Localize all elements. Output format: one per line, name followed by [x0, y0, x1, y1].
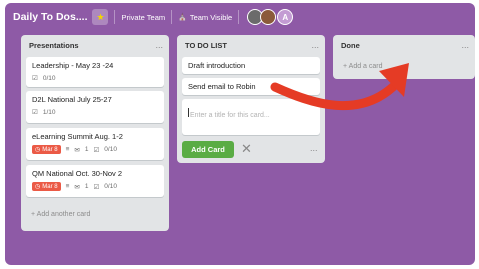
new-card-input[interactable]: Enter a title for this card...: [182, 99, 320, 135]
board: Daily To Dos.... ★ Private Team ⛪ Team V…: [5, 3, 475, 265]
card-badges: ◷ Mar 8 ≡ ✉ 1 ☑ 0/10: [32, 145, 158, 154]
list-title[interactable]: Done: [341, 41, 360, 50]
card-badges: ☑ 0/10: [32, 74, 158, 83]
list-item[interactable]: Send email to Robin: [182, 78, 320, 95]
list-item[interactable]: eLearning Summit Aug. 1-2 ◷ Mar 8 ≡ ✉ 1 …: [26, 128, 164, 160]
lock-icon: ⛪: [178, 14, 187, 21]
more-options-icon[interactable]: ...: [310, 143, 318, 153]
list-header: Presentations ...: [21, 35, 169, 55]
list-item[interactable]: Leadership - May 23 -24 ☑ 0/10: [26, 57, 164, 87]
checklist-icon: ☑: [32, 109, 38, 116]
close-icon[interactable]: ✕: [241, 141, 252, 157]
checklist-count: 0/10: [104, 146, 117, 153]
avatar[interactable]: [260, 9, 277, 25]
description-icon: ≡: [65, 146, 70, 153]
comment-count: 1: [84, 146, 89, 153]
list-header: TO DO LIST ...: [177, 35, 325, 55]
list-done: Done ... + Add a card: [333, 35, 475, 79]
visibility-label: Team Visible: [189, 12, 233, 22]
list-item[interactable]: QM National Oct. 30-Nov 2 ◷ Mar 8 ≡ ✉ 1 …: [26, 165, 164, 197]
list-menu-icon[interactable]: ...: [461, 40, 469, 50]
clock-icon: ◷: [35, 184, 41, 190]
card-title: D2L National July 25-27: [32, 95, 112, 104]
star-icon[interactable]: ★: [92, 9, 109, 25]
card-title: Leadership - May 23 -24: [32, 61, 114, 70]
avatar[interactable]: A: [277, 9, 294, 25]
comment-count: 1: [84, 183, 89, 190]
team-label: Private Team: [121, 12, 166, 22]
team-button[interactable]: Private Team: [121, 13, 165, 22]
card-badges: ☑ 1/10: [32, 108, 158, 117]
list-presentations: Presentations ... Leadership - May 23 -2…: [21, 35, 169, 231]
list-menu-icon[interactable]: ...: [311, 40, 319, 50]
checklist-icon: ☑: [32, 75, 38, 82]
clock-icon: ◷: [35, 147, 41, 153]
list-title[interactable]: Presentations: [29, 41, 79, 50]
board-title[interactable]: Daily To Dos....: [13, 11, 87, 23]
due-date: Mar 8: [42, 146, 58, 153]
list-item[interactable]: Draft introduction: [182, 57, 320, 74]
list-header: Done ...: [333, 35, 475, 55]
visibility-button[interactable]: ⛪ Team Visible: [178, 13, 232, 22]
checklist-icon: ☑: [93, 183, 100, 191]
card-badges: ◷ Mar 8 ≡ ✉ 1 ☑ 0/10: [32, 182, 158, 191]
list-todo: TO DO LIST ... Draft introduction Send e…: [177, 35, 325, 163]
card-title: eLearning Summit Aug. 1-2: [32, 132, 123, 141]
list-menu-icon[interactable]: ...: [155, 40, 163, 50]
due-date-badge: ◷ Mar 8: [32, 182, 61, 191]
divider: [238, 10, 240, 24]
list-item[interactable]: D2L National July 25-27 ☑ 1/10: [26, 91, 164, 123]
add-card-button[interactable]: + Add a card: [343, 63, 383, 70]
checklist-count: 1/10: [42, 108, 56, 116]
card-title: QM National Oct. 30-Nov 2: [32, 169, 123, 178]
description-icon: ≡: [65, 183, 70, 190]
checklist-count: 0/10: [104, 183, 117, 190]
divider: [114, 10, 116, 24]
checklist-icon: ☑: [93, 146, 100, 154]
list-title[interactable]: TO DO LIST: [185, 41, 227, 50]
board-header: Daily To Dos.... ★ Private Team ⛪ Team V…: [5, 3, 475, 31]
member-avatars: A: [247, 9, 294, 25]
card-title: Send email to Robin: [188, 82, 256, 91]
checklist-count: 0/10: [42, 74, 56, 82]
text-caret: [188, 108, 189, 118]
card-title: Draft introduction: [188, 61, 246, 70]
add-card-button[interactable]: + Add another card: [31, 211, 90, 218]
comment-icon: ✉: [74, 146, 80, 154]
new-card-placeholder: Enter a title for this card...: [190, 112, 270, 119]
add-card-submit-button[interactable]: Add Card: [182, 141, 234, 158]
comment-icon: ✉: [74, 183, 80, 191]
divider: [171, 10, 173, 24]
due-date-badge: ◷ Mar 8: [32, 145, 61, 154]
due-date: Mar 8: [42, 183, 58, 190]
